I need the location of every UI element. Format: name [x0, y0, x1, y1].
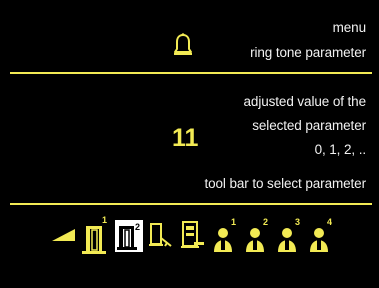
- bottom-divider: [10, 203, 372, 205]
- ring-tone-parameter-label: ring tone parameter: [250, 45, 366, 60]
- door-2-selected-box[interactable]: 2: [115, 220, 143, 252]
- top-divider: [10, 72, 372, 74]
- user-3-index: 3: [295, 217, 300, 227]
- door-1-index: 1: [102, 215, 107, 225]
- device-screen: menu ring tone parameter adjusted value …: [0, 0, 379, 288]
- adjusted-value-label-line1: adjusted value of the: [243, 94, 367, 109]
- adjusted-value-range: 0, 1, 2, ..: [314, 142, 367, 157]
- parameter-toolbar: 1 2 1 2 3 4: [50, 214, 340, 258]
- door-key-icon[interactable]: [149, 218, 175, 254]
- user-1-icon[interactable]: 1: [212, 216, 240, 256]
- volume-wedge-icon[interactable]: [52, 228, 76, 242]
- user-2-index: 2: [263, 217, 268, 227]
- user-2-icon[interactable]: 2: [244, 216, 272, 256]
- toolbar-label: tool bar to select parameter: [204, 176, 366, 191]
- adjusted-value-label-line2: selected parameter: [252, 118, 366, 133]
- parameter-value[interactable]: 11: [172, 124, 198, 153]
- door-panel-icon[interactable]: [180, 220, 206, 252]
- door-2-icon: 2: [117, 222, 140, 250]
- user-4-index: 4: [327, 217, 332, 227]
- user-3-icon[interactable]: 3: [276, 216, 304, 256]
- user-1-index: 1: [231, 217, 236, 227]
- door-2-index: 2: [135, 222, 140, 232]
- bell-icon: [174, 33, 192, 55]
- door-1-icon[interactable]: 1: [82, 214, 110, 258]
- menu-label: menu: [332, 20, 366, 35]
- user-4-icon[interactable]: 4: [308, 216, 336, 256]
